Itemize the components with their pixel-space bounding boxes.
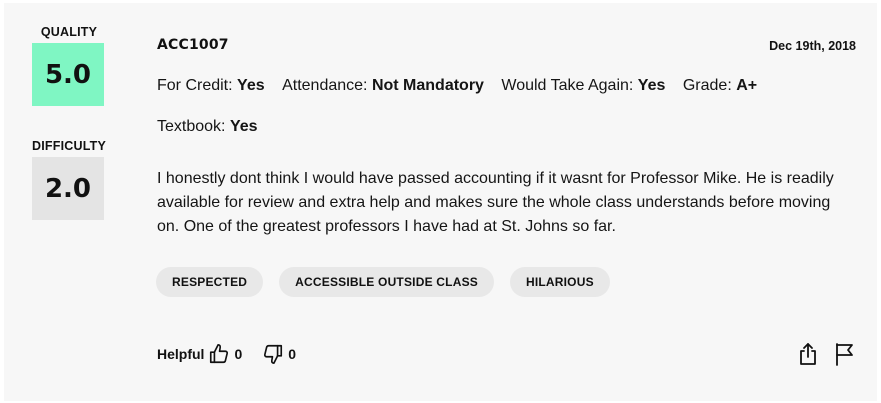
would-take-again-label: Would Take Again: bbox=[501, 77, 634, 94]
review-actions bbox=[783, 342, 855, 371]
thumbs-up-icon bbox=[208, 343, 230, 365]
grade-label: Grade: bbox=[682, 77, 732, 94]
quality-score: 5.0 bbox=[32, 43, 104, 106]
helpful-bar: Helpful 0 0 bbox=[157, 343, 316, 365]
review-comment: I honestly dont think I would have passe… bbox=[157, 170, 834, 235]
difficulty-label: DIFFICULTY bbox=[32, 139, 106, 153]
share-icon[interactable] bbox=[797, 342, 819, 371]
review-date: Dec 19th, 2018 bbox=[769, 39, 856, 53]
textbook-value: Yes bbox=[229, 118, 258, 135]
attendance-label: Attendance: bbox=[282, 77, 368, 94]
thumbs-down-count: 0 bbox=[288, 346, 297, 362]
attendance: Attendance: Not Mandatory bbox=[282, 77, 488, 94]
course-code: ACC1007 bbox=[157, 37, 229, 53]
for-credit: For Credit: Yes bbox=[157, 77, 269, 94]
for-credit-value: Yes bbox=[237, 77, 265, 94]
helpful-label: Helpful bbox=[157, 346, 205, 362]
difficulty-score: 2.0 bbox=[32, 157, 104, 220]
tag-hilarious: HILARIOUS bbox=[509, 267, 610, 297]
thumbs-down-button[interactable]: 0 bbox=[262, 343, 296, 365]
tag-list: RESPECTED ACCESSIBLE OUTSIDE CLASS HILAR… bbox=[156, 267, 626, 297]
thumbs-up-count: 0 bbox=[234, 346, 243, 362]
tag-respected: RESPECTED bbox=[156, 267, 264, 297]
would-take-again: Would Take Again: Yes bbox=[501, 77, 669, 94]
for-credit-label: For Credit: bbox=[157, 77, 233, 94]
would-take-again-value: Yes bbox=[637, 77, 666, 94]
thumbs-down-icon bbox=[262, 343, 284, 365]
grade: Grade: A+ bbox=[683, 77, 757, 94]
flag-icon[interactable] bbox=[833, 342, 855, 371]
attendance-value: Not Mandatory bbox=[371, 77, 484, 94]
quality-label: QUALITY bbox=[40, 25, 98, 39]
grade-value: A+ bbox=[736, 77, 758, 94]
textbook-row: Textbook: Yes bbox=[157, 118, 258, 136]
review-meta-row: For Credit: Yes Attendance: Not Mandator… bbox=[157, 77, 770, 95]
rating-card: QUALITY 5.0 DIFFICULTY 2.0 ACC1007 Dec 1… bbox=[4, 3, 877, 401]
thumbs-up-button[interactable]: 0 bbox=[208, 343, 242, 365]
tag-accessible-outside-class: ACCESSIBLE OUTSIDE CLASS bbox=[279, 267, 494, 297]
textbook-label: Textbook: bbox=[157, 118, 226, 135]
